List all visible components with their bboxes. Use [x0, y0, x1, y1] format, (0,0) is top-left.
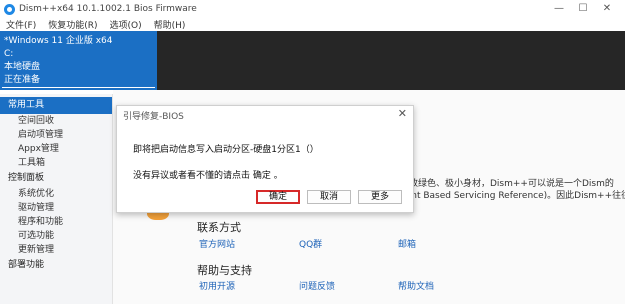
sidebar-item-updates[interactable]: 更新管理 [0, 243, 112, 257]
maximize-button[interactable]: ☐ [571, 2, 595, 16]
link-email[interactable]: 邮箱 [398, 237, 416, 250]
session-drive: C: [4, 49, 14, 59]
more-button[interactable]: 更多 [358, 190, 402, 204]
link-qq-group[interactable]: QQ群 [299, 237, 322, 250]
sidebar-group-deploy[interactable]: 部署功能 [0, 257, 112, 274]
dialog-message-1: 即将把启动信息写入启动分区-硬盘1分区1（） [133, 145, 319, 155]
session-panel[interactable]: *Windows 11 企业版 x64 C: 本地硬盘 正在准备 [0, 31, 157, 90]
link-feedback[interactable]: 问题反馈 [299, 279, 335, 292]
session-os: *Windows 11 企业版 x64 [4, 36, 113, 46]
minimize-button[interactable]: — [547, 2, 571, 16]
sidebar-item-toolbox[interactable]: 工具箱 [0, 156, 112, 170]
menu-file[interactable]: 文件(F) [6, 18, 36, 31]
link-docs[interactable]: 帮助文档 [398, 279, 434, 292]
session-progress-line [2, 87, 155, 88]
session-disk: 本地硬盘 [4, 62, 41, 72]
intro-text: 极致绿色、极小身材，Dism++可以说是一个Dism的 nent Based S… [400, 178, 625, 202]
menu-bar: 文件(F) 恢复功能(R) 选项(O) 帮助(H) [0, 18, 625, 31]
sidebar-item-startup[interactable]: 启动项管理 [0, 128, 112, 142]
sidebar-item-appx[interactable]: Appx管理 [0, 142, 112, 156]
link-open-source[interactable]: 初用开源 [199, 279, 235, 292]
sidebar-item-optimize[interactable]: 系统优化 [0, 187, 112, 201]
session-list-empty [157, 31, 625, 90]
menu-recovery[interactable]: 恢复功能(R) [48, 18, 97, 31]
contact-title: 联系方式 [197, 221, 241, 234]
sidebar-item-programs[interactable]: 程序和功能 [0, 215, 112, 229]
close-button[interactable]: ✕ [595, 2, 619, 16]
help-title: 帮助与支持 [197, 264, 252, 277]
dialog-message-2: 没有异议或者看不懂的请点击 确定 。 [133, 171, 283, 181]
dialog-close-icon[interactable]: ✕ [398, 107, 407, 120]
cancel-button[interactable]: 取消 [307, 190, 351, 204]
sidebar-item-space-cleanup[interactable]: 空间回收 [0, 114, 112, 128]
sidebar-group-control-panel[interactable]: 控制面板 [0, 170, 112, 187]
sidebar: 常用工具 空间回收 启动项管理 Appx管理 工具箱 控制面板 系统优化 驱动管… [0, 94, 113, 304]
window-controls: — ☐ ✕ [547, 2, 619, 16]
session-status: 正在准备 [4, 75, 41, 85]
sidebar-item-drivers[interactable]: 驱动管理 [0, 201, 112, 215]
intro-line-1: 极致绿色、极小身材，Dism++可以说是一个Dism的 [400, 179, 614, 189]
dialog-title: 引导修复-BIOS [123, 112, 184, 122]
title-bar: Dism++x64 10.1.1002.1 Bios Firmware — ☐ … [0, 0, 625, 18]
menu-options[interactable]: 选项(O) [109, 18, 141, 31]
menu-help[interactable]: 帮助(H) [154, 18, 186, 31]
sidebar-group-common-tools[interactable]: 常用工具 [0, 97, 112, 114]
intro-line-2: nent Based Servicing Reference)。因此Dism++… [400, 191, 625, 201]
boot-repair-dialog: 引导修复-BIOS ✕ 即将把启动信息写入启动分区-硬盘1分区1（） 没有异议或… [116, 105, 414, 213]
window-title: Dism++x64 10.1.1002.1 Bios Firmware [19, 4, 197, 14]
sidebar-item-optional-features[interactable]: 可选功能 [0, 229, 112, 243]
link-website[interactable]: 官方网站 [199, 237, 235, 250]
ok-button[interactable]: 确定 [256, 190, 300, 204]
app-icon [4, 3, 15, 15]
